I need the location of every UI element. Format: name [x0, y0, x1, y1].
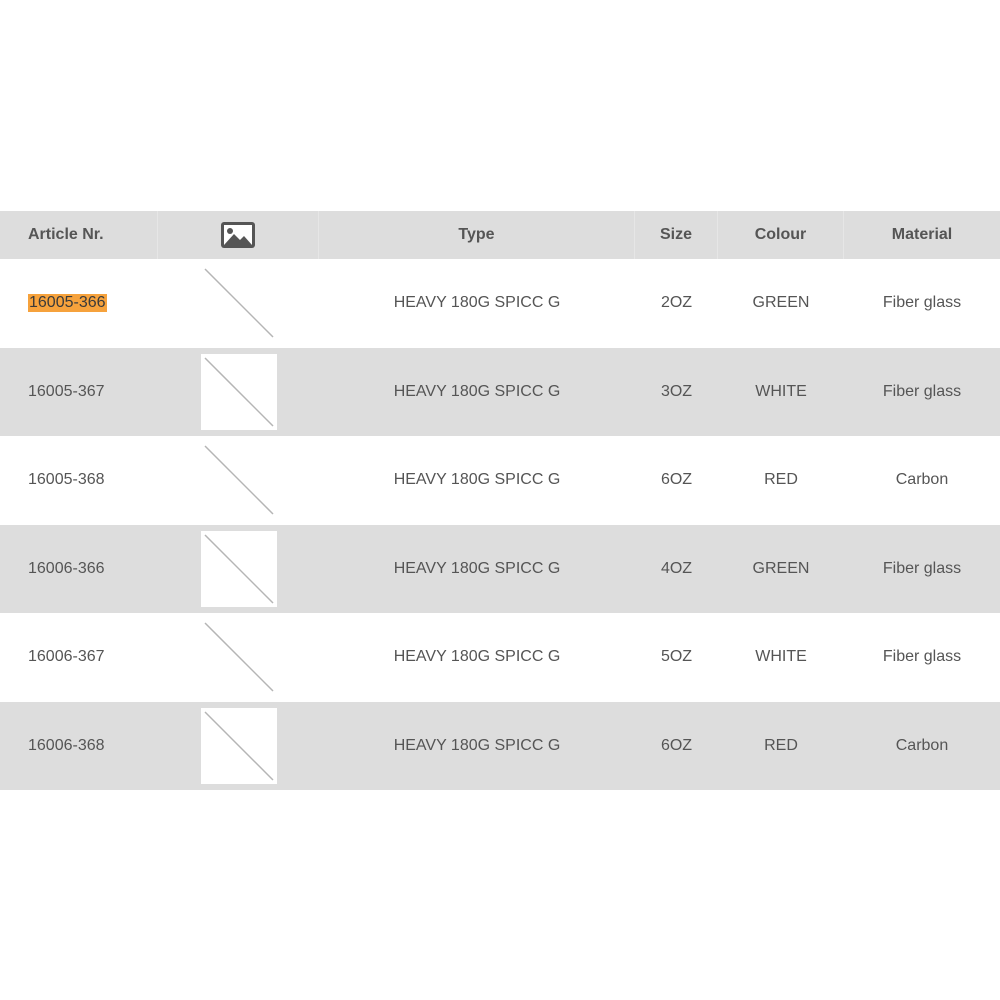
size-cell: 2OZ	[660, 294, 693, 312]
table-row[interactable]: 16005-366 HEAVY 180G SPICC G 2OZ GREEN F…	[0, 259, 1000, 348]
size-cell: 3OZ	[660, 382, 693, 400]
thumbnail-cell	[158, 348, 319, 437]
material-cell: Fiber glass	[882, 648, 962, 666]
size-cell: 4OZ	[660, 559, 693, 577]
article-number-highlighted[interactable]: 16005-366	[28, 294, 107, 313]
colour-cell: GREEN	[752, 559, 810, 577]
material-cell: Fiber glass	[882, 294, 962, 312]
table-row[interactable]: 16006-368 HEAVY 180G SPICC G 6OZ RED Car…	[0, 701, 1000, 791]
header-colour[interactable]: Colour	[718, 211, 844, 259]
header-article[interactable]: Article Nr.	[0, 211, 158, 259]
material-cell: Carbon	[895, 471, 949, 489]
article-cell: 16005-366	[0, 259, 158, 348]
size-cell: 5OZ	[660, 648, 693, 666]
image-icon	[221, 222, 255, 248]
colour-cell: WHITE	[755, 382, 807, 400]
thumbnail-cell	[158, 259, 319, 348]
material-cell: Fiber glass	[882, 382, 962, 400]
product-thumbnail[interactable]	[200, 530, 277, 607]
colour-cell: GREEN	[752, 294, 810, 312]
article-cell: 16005-367	[28, 382, 105, 400]
type-cell: HEAVY 180G SPICC G	[393, 382, 561, 400]
colour-cell: RED	[764, 471, 798, 489]
type-cell: HEAVY 180G SPICC G	[393, 648, 561, 666]
thumbnail-cell	[158, 613, 319, 702]
type-cell: HEAVY 180G SPICC G	[393, 471, 561, 489]
material-cell: Carbon	[895, 736, 949, 754]
material-cell: Fiber glass	[882, 559, 962, 577]
product-table: Article Nr. Type Size Colour Material 16…	[0, 211, 1000, 790]
colour-cell: WHITE	[755, 648, 807, 666]
table-row[interactable]: 16006-367 HEAVY 180G SPICC G 5OZ WHITE F…	[0, 613, 1000, 702]
product-thumbnail[interactable]	[200, 353, 277, 430]
thumbnail-cell	[158, 525, 319, 614]
product-thumbnail[interactable]	[200, 265, 277, 342]
article-cell: 16006-368	[28, 736, 105, 754]
product-thumbnail[interactable]	[200, 707, 277, 784]
type-cell: HEAVY 180G SPICC G	[393, 736, 561, 754]
table-row[interactable]: 16005-367 HEAVY 180G SPICC G 3OZ WHITE F…	[0, 347, 1000, 437]
header-type[interactable]: Type	[319, 211, 635, 259]
thumbnail-cell	[158, 436, 319, 525]
thumbnail-cell	[158, 702, 319, 791]
table-header: Article Nr. Type Size Colour Material	[0, 211, 1000, 259]
table-row[interactable]: 16005-368 HEAVY 180G SPICC G 6OZ RED Car…	[0, 436, 1000, 525]
header-size[interactable]: Size	[635, 211, 718, 259]
header-material[interactable]: Material	[844, 211, 1000, 259]
product-thumbnail[interactable]	[200, 619, 277, 696]
article-cell: 16005-368	[28, 471, 105, 489]
size-cell: 6OZ	[660, 471, 693, 489]
table-row[interactable]: 16006-366 HEAVY 180G SPICC G 4OZ GREEN F…	[0, 524, 1000, 614]
type-cell: HEAVY 180G SPICC G	[393, 559, 561, 577]
product-thumbnail[interactable]	[200, 442, 277, 519]
colour-cell: RED	[764, 736, 798, 754]
header-image	[158, 211, 319, 259]
article-cell: 16006-367	[28, 648, 105, 666]
size-cell: 6OZ	[660, 736, 693, 754]
type-cell: HEAVY 180G SPICC G	[393, 294, 561, 312]
article-cell: 16006-366	[28, 559, 105, 577]
